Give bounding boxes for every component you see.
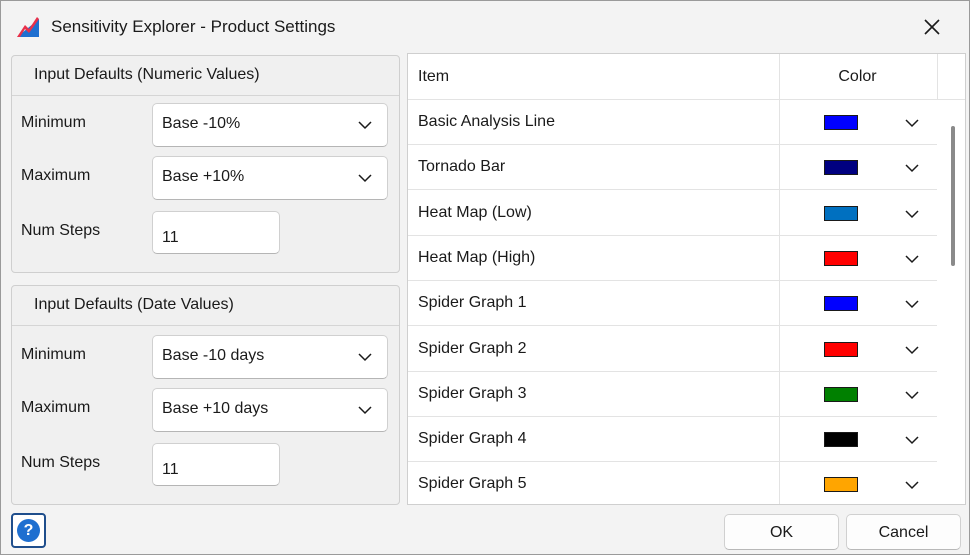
window-title: Sensitivity Explorer - Product Settings [51, 17, 336, 36]
date-maximum-row: Maximum Base +10 days [12, 388, 399, 432]
chevron-down-icon [358, 406, 372, 415]
help-icon: ? [17, 519, 40, 542]
row-item-name: Spider Graph 3 [418, 384, 527, 402]
close-button[interactable] [909, 11, 955, 43]
numeric-maximum-label: Maximum [21, 167, 91, 184]
date-steps-label: Num Steps [21, 454, 101, 471]
date-minimum-label: Minimum [21, 346, 86, 363]
chevron-down-icon [358, 353, 372, 362]
table-row[interactable]: Spider Graph 4 [408, 417, 937, 463]
numeric-minimum-value: Base -10% [162, 115, 241, 132]
date-minimum-value: Base -10 days [162, 347, 265, 364]
column-divider [937, 54, 938, 100]
table-row[interactable]: Heat Map (High) [408, 236, 937, 281]
chevron-down-icon[interactable] [904, 389, 920, 401]
chevron-down-icon[interactable] [904, 253, 920, 265]
table-row[interactable]: Spider Graph 2 [408, 327, 937, 372]
numeric-minimum-label: Minimum [21, 114, 86, 131]
row-item-name: Spider Graph 2 [418, 339, 527, 357]
chevron-down-icon[interactable] [904, 434, 920, 446]
date-group-header: Input Defaults (Date Values) [12, 286, 399, 326]
row-item-name: Basic Analysis Line [418, 113, 555, 130]
numeric-maximum-select[interactable]: Base +10% [152, 156, 388, 200]
color-settings-table: Item Color Basic Analysis Line Tornado Ba… [407, 53, 966, 505]
title-bar: Sensitivity Explorer - Product Settings [1, 1, 969, 51]
row-item-name: Spider Graph 1 [418, 294, 527, 312]
numeric-group-header: Input Defaults (Numeric Values) [12, 56, 399, 96]
chevron-down-icon[interactable] [904, 479, 920, 491]
date-defaults-group: Input Defaults (Date Values) Minimum Bas… [11, 285, 400, 505]
row-item-name: Heat Map (High) [418, 248, 536, 266]
help-button[interactable]: ? [11, 513, 46, 548]
ok-button[interactable]: OK [724, 514, 839, 550]
numeric-minimum-row: Minimum Base -10% [12, 103, 399, 147]
app-logo-icon [17, 17, 39, 37]
numeric-minimum-select[interactable]: Base -10% [152, 103, 388, 147]
numeric-maximum-value: Base +10% [162, 168, 245, 185]
row-item-name: Tornado Bar [418, 158, 506, 176]
table-row[interactable]: Heat Map (Low) [408, 191, 937, 236]
date-minimum-select[interactable]: Base -10 days [152, 335, 388, 379]
date-steps-row: Num Steps [12, 443, 399, 487]
chevron-down-icon [358, 121, 372, 130]
table-scrollbar[interactable] [938, 100, 965, 504]
numeric-steps-label: Num Steps [21, 222, 101, 239]
row-item-name: Spider Graph 5 [418, 475, 527, 493]
date-minimum-row: Minimum Base -10 days [12, 335, 399, 379]
color-swatch[interactable] [824, 386, 858, 402]
date-maximum-select[interactable]: Base +10 days [152, 388, 388, 432]
color-swatch[interactable] [824, 341, 858, 357]
table-header: Item Color [408, 54, 965, 100]
chevron-down-icon[interactable] [904, 298, 920, 310]
row-item-name: Heat Map (Low) [418, 203, 532, 221]
chevron-down-icon[interactable] [904, 162, 920, 174]
chevron-down-icon[interactable] [904, 208, 920, 220]
chevron-down-icon[interactable] [904, 344, 920, 356]
row-item-name: Spider Graph 4 [418, 430, 527, 448]
table-row[interactable]: Tornado Bar [408, 145, 937, 191]
column-header-item[interactable]: Item [418, 68, 449, 86]
scrollbar-thumb[interactable] [951, 126, 955, 266]
table-row[interactable]: Basic Analysis Line [408, 100, 937, 145]
color-swatch[interactable] [824, 477, 858, 493]
table-row[interactable]: Spider Graph 1 [408, 281, 937, 327]
settings-dialog: Sensitivity Explorer - Product Settings … [0, 0, 970, 555]
chevron-down-icon[interactable] [904, 117, 920, 129]
color-swatch[interactable] [824, 296, 858, 312]
color-swatch[interactable] [824, 205, 858, 221]
numeric-maximum-row: Maximum Base +10% [12, 156, 399, 200]
numeric-steps-row: Num Steps [12, 211, 399, 255]
color-swatch[interactable] [824, 432, 858, 448]
table-row[interactable]: Spider Graph 5 [408, 462, 937, 504]
numeric-steps-input[interactable] [152, 211, 280, 254]
chevron-down-icon [358, 174, 372, 183]
table-row[interactable]: Spider Graph 3 [408, 372, 937, 417]
color-swatch[interactable] [824, 115, 858, 130]
color-swatch[interactable] [824, 250, 858, 266]
column-header-color[interactable]: Color [780, 68, 935, 86]
date-maximum-value: Base +10 days [162, 400, 269, 417]
numeric-defaults-group: Input Defaults (Numeric Values) Minimum … [11, 55, 400, 273]
color-swatch[interactable] [824, 160, 858, 176]
cancel-button[interactable]: Cancel [846, 514, 961, 550]
close-icon [924, 19, 940, 35]
date-maximum-label: Maximum [21, 399, 91, 416]
date-steps-input[interactable] [152, 443, 280, 486]
